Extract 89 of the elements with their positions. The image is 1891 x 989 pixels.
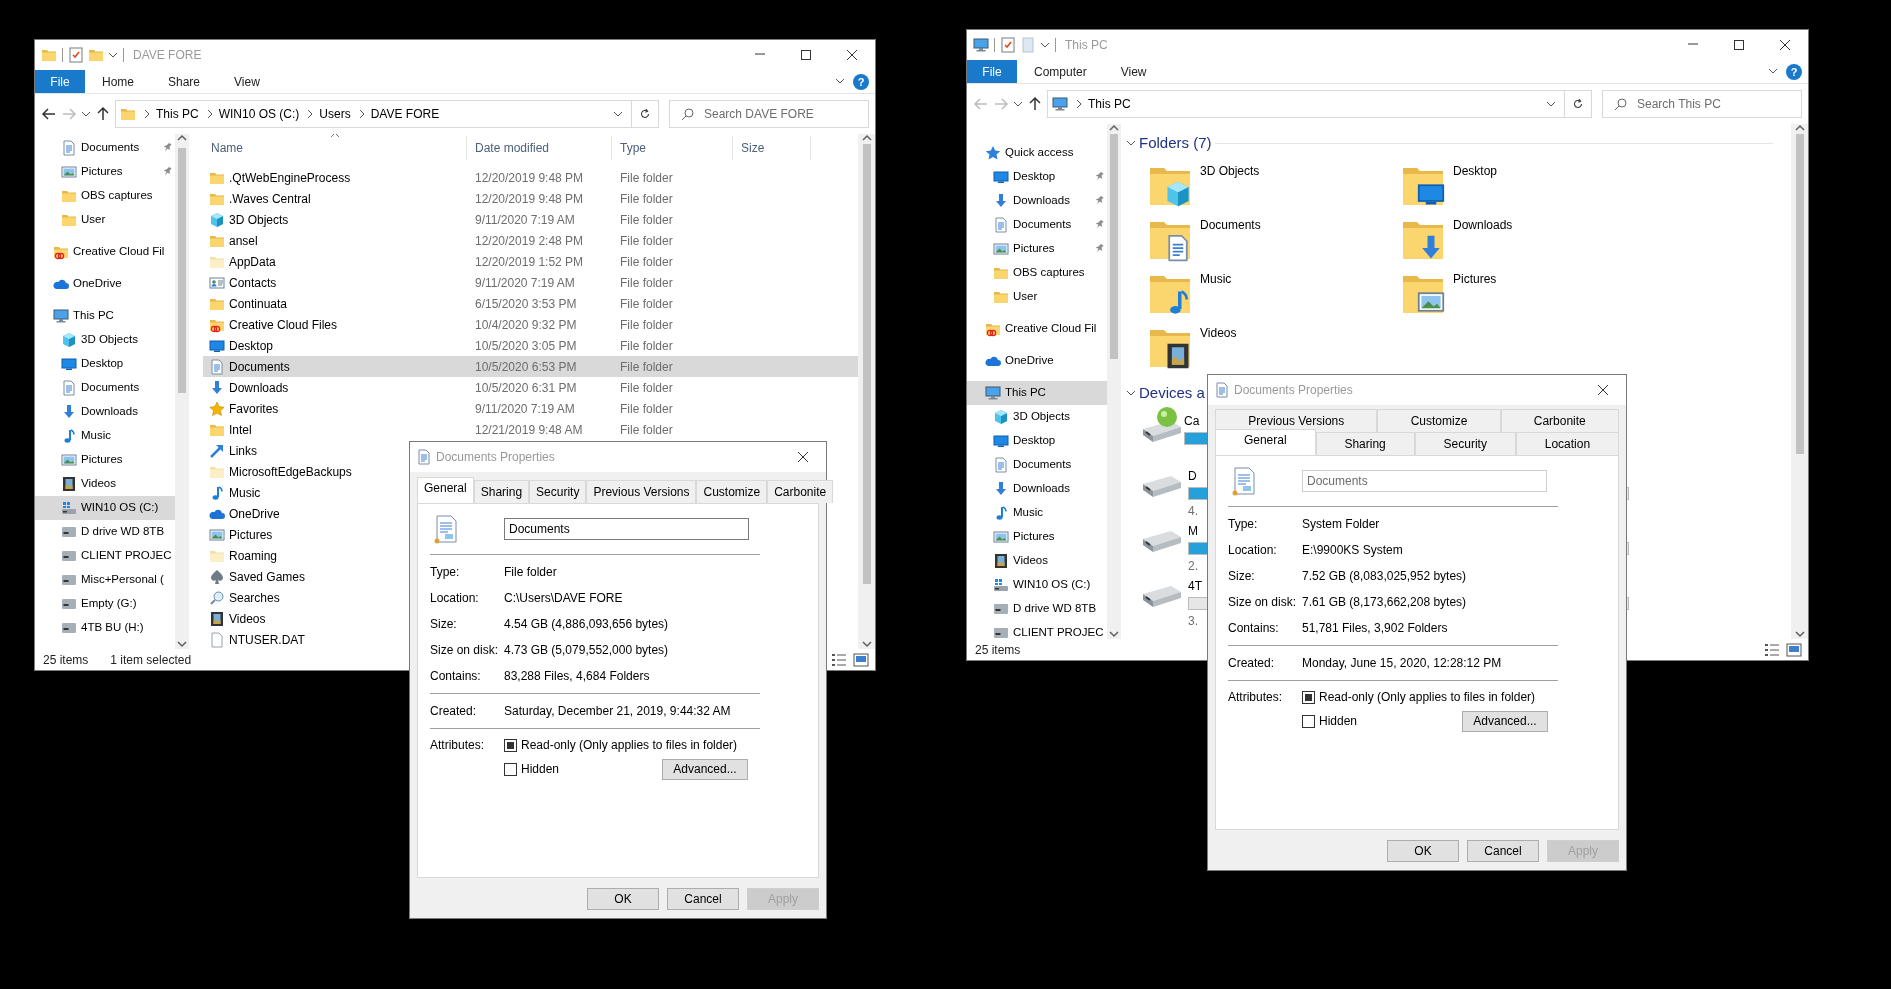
type-cell-text: File folder [619,169,674,187]
type-cell-text: File folder [619,358,674,376]
property-value: File folder [504,564,557,581]
attributes-label: Attributes: [430,737,486,754]
file-name: Continuata [229,295,288,313]
file-name: Roaming [229,547,278,565]
date-cell-text: 10/5/2020 6:53 PM [474,358,578,376]
type-cell-text: File folder [619,421,674,439]
checkbox-label: Hidden [521,761,560,778]
property-label: Size: [430,616,458,633]
checkbox-label: Read-only (Only applies to files in folder) [521,737,738,754]
property-value: 7.52 GB (8,083,025,952 bytes) [1302,568,1467,585]
file-name: Contacts [229,274,277,292]
date-cell-text: 10/5/2020 3:05 PM [474,337,578,355]
property-label: Size: [1228,568,1256,585]
file-name: Creative Cloud Files [229,316,338,334]
type-cell-text: File folder [619,232,674,250]
dialog-title: Documents Properties [436,449,555,466]
property-value: C:\Users\DAVE FORE [504,590,623,607]
file-name: Links [229,442,257,460]
property-value: 51,781 Files, 3,902 Folders [1302,620,1448,637]
file-name: AppData [229,253,276,271]
free-space-text: 4. [1188,503,1198,520]
file-name: Favorites [229,400,279,418]
property-label: Created: [1228,655,1276,672]
status-text: 1 item selected [110,651,192,669]
file-name: ansel [229,232,258,250]
file-name: Downloads [229,379,289,397]
type-cell-text: File folder [619,295,674,313]
property-value: E:\9900KS System [1302,542,1403,559]
dialog-title: Documents Properties [1234,382,1353,399]
file-name: NTUSER.DAT [229,631,305,649]
type-cell-text: File folder [619,400,674,418]
file-name: 3D Objects [229,211,289,229]
date-cell-text: 12/21/2019 9:48 AM [474,421,584,439]
type-cell-text: File folder [619,274,674,292]
type-cell-text: File folder [619,316,674,334]
status-text: 25 items [975,641,1021,659]
property-label: Contains: [430,668,482,685]
property-label: Size on disk: [430,642,500,659]
date-cell-text: 12/20/2019 9:48 PM [474,190,585,208]
date-cell-text: 10/5/2020 6:31 PM [474,379,578,397]
property-value: 83,288 Files, 4,684 Folders [504,668,650,685]
free-space-text: 2. [1188,558,1198,575]
date-cell-text: 12/20/2019 9:48 PM [474,169,585,187]
window-title: DAVE FORE [133,47,202,64]
property-label: Size on disk: [1228,594,1298,611]
attributes-label: Attributes: [1228,689,1284,706]
property-label: Type: [1228,516,1259,533]
date-cell-text: 10/4/2020 9:32 PM [474,316,578,334]
file-name: Searches [229,589,280,607]
property-value: Saturday, December 21, 2019, 9:44:32 AM [504,703,731,720]
file-name: .Waves Central [229,190,311,208]
file-name: Intel [229,421,252,439]
file-name: Desktop [229,337,274,355]
property-value: System Folder [1302,516,1380,533]
date-cell-text: 6/15/2020 3:53 PM [474,295,578,313]
file-name: Videos [229,610,266,628]
property-label: Location: [1228,542,1278,559]
checkbox-label: Read-only (Only applies to files in folder) [1319,689,1536,706]
property-label: Created: [430,703,478,720]
property-value: Monday, June 15, 2020, 12:28:12 PM [1302,655,1502,672]
property-label: Type: [430,564,461,581]
date-cell-text: 9/11/2020 7:19 AM [474,211,576,229]
date-cell-text: 12/20/2019 1:52 PM [474,253,585,271]
free-space-text: 3. [1188,613,1198,630]
property-label: Location: [430,590,480,607]
date-cell-text: 9/11/2020 7:19 AM [474,400,576,418]
file-name: Music [229,484,261,502]
property-value: 4.73 GB (5,079,552,000 bytes) [504,642,669,659]
type-cell-text: File folder [619,253,674,271]
file-name: Documents [229,358,290,376]
type-cell-text: File folder [619,190,674,208]
file-name: MicrosoftEdgeBackups [229,463,352,481]
checkbox-label: Hidden [1319,713,1358,730]
status-text: 25 items [43,651,89,669]
type-cell-text: File folder [619,211,674,229]
file-name: Saved Games [229,568,306,586]
window-title: This PC [1065,37,1108,54]
property-value: 4.54 GB (4,886,093,656 bytes) [504,616,669,633]
file-name: .QtWebEngineProcess [229,169,351,187]
type-cell-text: File folder [619,337,674,355]
file-name: OneDrive [229,505,280,523]
date-cell-text: 12/20/2019 2:48 PM [474,232,585,250]
file-name: Pictures [229,526,273,544]
type-cell-text: File folder [619,379,674,397]
property-value: 7.61 GB (8,173,662,208 bytes) [1302,594,1467,611]
date-cell-text: 9/11/2020 7:19 AM [474,274,576,292]
property-label: Contains: [1228,620,1280,637]
